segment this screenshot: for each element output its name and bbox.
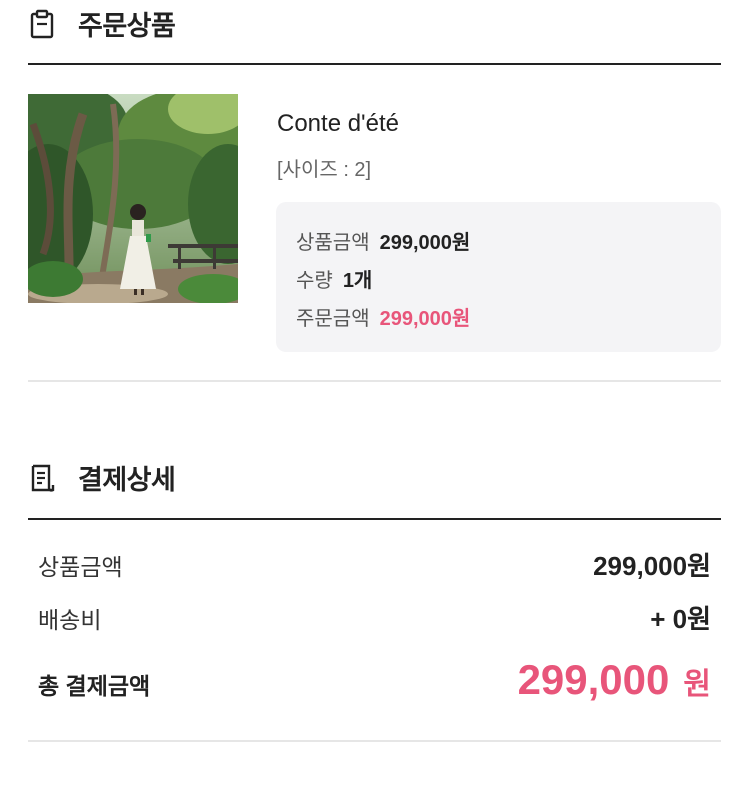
order-section-title: 주문상품 [78, 11, 176, 41]
item-quantity: 1개 [342, 270, 373, 292]
product-photo[interactable] [28, 94, 238, 303]
item-divider [28, 380, 721, 382]
shipping-fee: + 0원 [650, 604, 711, 634]
order-section-divider [28, 63, 721, 65]
shipping-fee-row: 배송비 + 0원 [38, 599, 711, 636]
shipping-fee-label: 배송비 [38, 607, 102, 633]
payment-product-price-label: 상품금액 [38, 554, 123, 580]
item-product-price-label: 상품금액 [296, 232, 370, 254]
total-payment-amount: 299,000 [517, 656, 670, 703]
total-payment-label: 총 결제금액 [38, 673, 151, 699]
receipt-icon [28, 463, 58, 493]
item-order-price-row: 주문금액 299,000원 [296, 302, 470, 331]
item-order-price: 299,000원 [379, 308, 471, 330]
total-payment-amount-wrap: 299,000 원 [518, 656, 711, 704]
item-product-price: 299,000원 [379, 232, 471, 254]
item-quantity-label: 수량 [296, 270, 333, 292]
payment-divider [28, 740, 721, 742]
payment-product-price-row: 상품금액 299,000원 [38, 546, 711, 583]
product-option: [사이즈 : 2] [277, 159, 372, 181]
payment-section-title: 결제상세 [78, 465, 176, 495]
clipboard-icon [28, 9, 58, 39]
product-name[interactable]: Conte d'été [277, 110, 399, 138]
item-order-price-label: 주문금액 [296, 308, 370, 330]
payment-section-divider [28, 518, 721, 520]
payment-product-price: 299,000원 [593, 551, 711, 581]
total-payment-unit: 원 [683, 668, 711, 701]
order-page: 주문상품 Conte d'été [사이즈: 2] 상품금액 299,000원… [0, 0, 750, 792]
item-price-summary: 상품금액 299,000원 수량 1개 주문금액 299,000원 [276, 202, 721, 352]
total-payment-row: 총 결제금액 299,000 원 [38, 656, 711, 704]
order-section-header: 주문상품 [28, 4, 721, 43]
item-quantity-row: 수량 1개 [296, 264, 372, 293]
payment-section-header: 결제상세 [28, 458, 721, 497]
item-product-price-row: 상품금액 299,000원 [296, 226, 470, 255]
